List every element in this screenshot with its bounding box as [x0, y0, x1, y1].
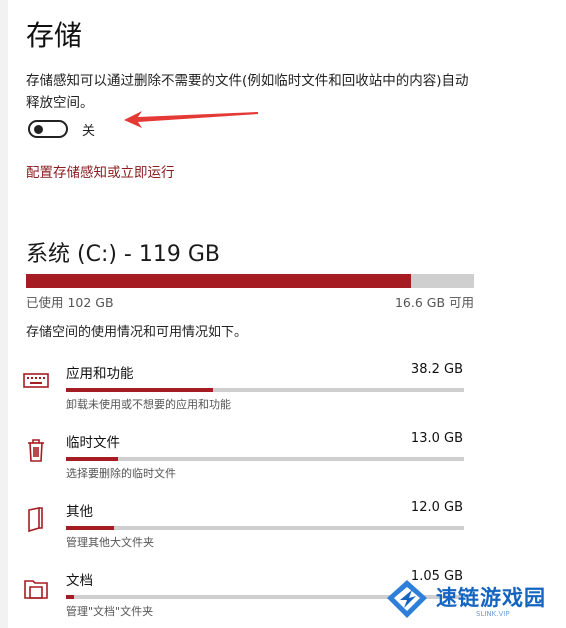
category-temp-files[interactable]: 临时文件 13.0 GB 选择要删除的临时文件 [22, 431, 467, 489]
category-bar-fill [66, 457, 118, 461]
toggle-state-label: 关 [82, 124, 96, 139]
trash-icon [28, 439, 44, 462]
red-arrow-annotation [124, 111, 258, 128]
drive-title: 系统 (C:) - 119 GB [26, 242, 220, 267]
toggle-knob [34, 125, 43, 134]
watermark-text: 速链游戏园 [436, 586, 546, 610]
documents-icon [24, 580, 48, 599]
left-strip [0, 0, 8, 628]
category-size: 13.0 GB [410, 431, 463, 446]
category-name: 文档 [66, 573, 93, 589]
category-bar [66, 526, 464, 530]
category-bar [66, 388, 464, 392]
category-bar-fill [66, 526, 114, 530]
category-apps[interactable]: 应用和功能 38.2 GB 卸载未使用或不想要的应用和功能 [22, 362, 467, 420]
category-bar-fill [66, 388, 214, 392]
keyboard-icon [23, 373, 49, 388]
category-name: 临时文件 [66, 435, 120, 451]
category-bar-fill [66, 595, 74, 599]
watermark-logo-icon [387, 580, 427, 618]
category-name: 应用和功能 [66, 366, 134, 382]
watermark: 速链游戏园 SLINK.VIP [384, 578, 554, 622]
configure-storage-sense-link[interactable]: 配置存储感知或立即运行 [26, 161, 175, 181]
category-size: 38.2 GB [410, 362, 463, 377]
category-size: 12.0 GB [410, 500, 463, 515]
drive-usage-fill [26, 274, 412, 288]
usage-summary: 存储空间的使用情况和可用情况如下。 [26, 325, 248, 340]
category-subtitle: 卸载未使用或不想要的应用和功能 [66, 398, 231, 411]
folder-icon [28, 507, 43, 533]
category-subtitle: 管理"文档"文件夹 [66, 605, 154, 618]
drive-usage-bar [26, 274, 474, 288]
category-subtitle: 管理其他大文件夹 [66, 536, 154, 549]
category-bar [66, 457, 464, 461]
category-name: 其他 [66, 504, 93, 520]
storage-sense-toggle[interactable] [28, 120, 68, 138]
category-subtitle: 选择要删除的临时文件 [66, 467, 176, 480]
used-space-label: 已使用 102 GB [26, 295, 114, 310]
free-space-label: 16.6 GB 可用 [394, 295, 474, 310]
watermark-subtext: SLINK.VIP [476, 610, 510, 618]
page-title: 存储 [26, 19, 83, 52]
category-other[interactable]: 其他 12.0 GB 管理其他大文件夹 [22, 500, 467, 558]
